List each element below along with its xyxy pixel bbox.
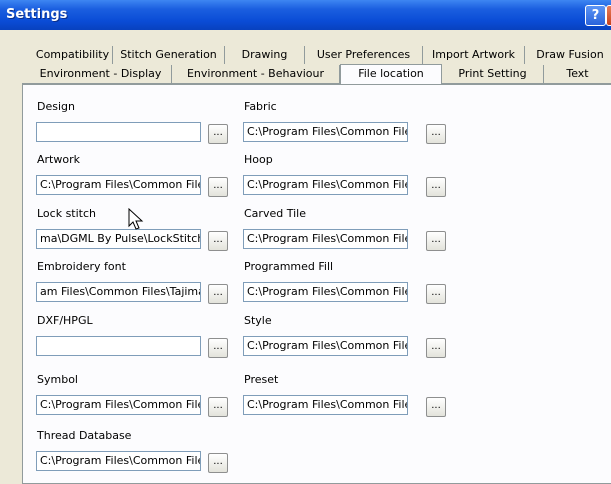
style-browse-button[interactable]: ... [426,338,446,358]
style-label: Style [244,314,272,327]
artwork-field[interactable]: C:\Program Files\Common Files [36,175,201,195]
hoop-field[interactable]: C:\Program Files\Common Files\T [243,175,408,195]
lock-stitch-label: Lock stitch [37,207,97,220]
artwork-label: Artwork [37,153,80,166]
tab-compatibility[interactable]: Compatibility [33,46,113,64]
embroidery-font-label: Embroidery font [37,260,126,273]
tab-print-setting[interactable]: Print Setting [442,65,544,83]
programmed-fill-browse-button[interactable]: ... [426,284,446,304]
preset-browse-button[interactable]: ... [426,397,446,417]
carved-tile-label: Carved Tile [244,207,306,220]
symbol-browse-button[interactable]: ... [208,397,228,417]
tab-import-artwork[interactable]: Import Artwork [423,46,525,64]
tab-environment-behaviour[interactable]: Environment - Behaviour [172,65,340,83]
dxf-hpgl-field[interactable] [36,336,201,356]
design-browse-button[interactable]: ... [208,124,228,144]
tab-environment-display[interactable]: Environment - Display [30,65,172,83]
preset-field[interactable]: C:\Program Files\Common Files\T [243,395,408,415]
thread-database-label: Thread Database [37,429,132,442]
programmed-fill-label: Programmed Fill [244,260,334,273]
dxf-hpgl-label: DXF/HPGL [37,314,93,327]
tab-strip: Compatibility Stitch Generation Drawing … [0,44,611,84]
symbol-label: Symbol [37,373,78,386]
tab-user-preferences[interactable]: User Preferences [305,46,423,64]
style-field[interactable]: C:\Program Files\Common Files\T [243,336,408,356]
artwork-browse-button[interactable]: ... [208,177,228,197]
carved-tile-browse-button[interactable]: ... [426,231,446,251]
design-field[interactable] [36,122,201,142]
tab-drawing[interactable]: Drawing [225,46,305,64]
embroidery-font-field[interactable]: am Files\Common Files\Tajima\I [36,282,201,302]
embroidery-font-browse-button[interactable]: ... [208,284,228,304]
fabric-label: Fabric [244,100,277,113]
mouse-pointer-icon [128,208,144,230]
design-label: Design [37,100,75,113]
fabric-field[interactable]: C:\Program Files\Common Files\T [243,122,408,142]
tab-draw-fusion[interactable]: Draw Fusion [525,46,611,64]
lock-stitch-browse-button[interactable]: ... [208,231,228,251]
hoop-label: Hoop [244,153,273,166]
carved-tile-field[interactable]: C:\Program Files\Common Files\T [243,229,408,249]
window-title: Settings [6,7,68,22]
preset-label: Preset [244,373,279,386]
symbol-field[interactable]: C:\Program Files\Common Files [36,395,201,415]
dxf-hpgl-browse-button[interactable]: ... [208,338,228,358]
tab-stitch-generation[interactable]: Stitch Generation [113,46,225,64]
tab-text[interactable]: Text [544,65,611,83]
thread-database-browse-button[interactable]: ... [208,453,228,473]
tab-file-location[interactable]: File location [340,64,442,84]
thread-database-field[interactable]: C:\Program Files\Common Files [36,451,201,471]
fabric-browse-button[interactable]: ... [426,124,446,144]
close-button[interactable]: x [606,5,611,26]
programmed-fill-field[interactable]: C:\Program Files\Common Files\T [243,282,408,302]
hoop-browse-button[interactable]: ... [426,177,446,197]
help-button[interactable]: ? [585,5,606,26]
lock-stitch-field[interactable]: ma\DGML By Pulse\LockStitch [36,229,201,249]
title-bar: Settings ? x [0,0,611,30]
